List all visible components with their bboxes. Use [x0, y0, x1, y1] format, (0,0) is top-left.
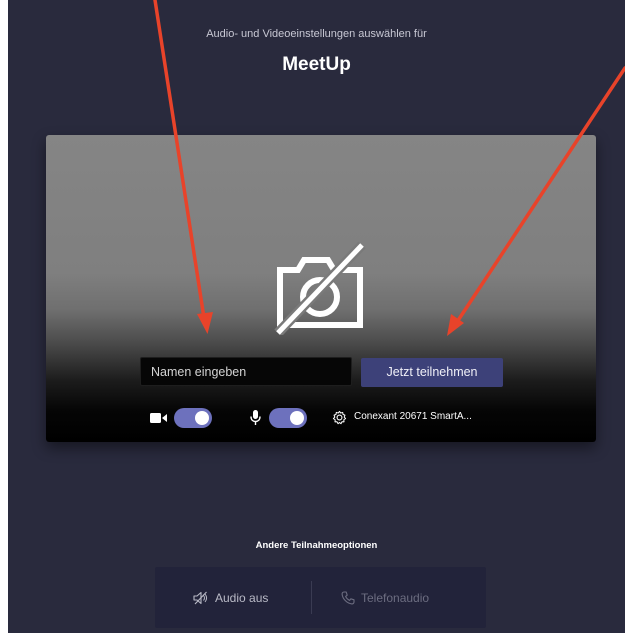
av-controls: Conexant 20671 SmartA...	[150, 407, 530, 429]
toggle-knob	[195, 411, 209, 425]
video-preview: Jetzt teilnehmen Conexant 20671 Sma	[46, 135, 596, 442]
join-now-button[interactable]: Jetzt teilnehmen	[361, 358, 503, 387]
microphone-toggle[interactable]	[269, 408, 307, 428]
phone-icon	[341, 590, 355, 604]
phone-audio-label: Telefonaudio	[361, 590, 430, 605]
phone-audio-option[interactable]: Telefonaudio	[341, 567, 461, 628]
name-input[interactable]	[140, 357, 352, 386]
join-meeting-screen: Audio- und Videoeinstellungen auswählen …	[8, 0, 625, 633]
settings-subtitle: Audio- und Videoeinstellungen auswählen …	[206, 28, 427, 40]
video-toggle[interactable]	[174, 408, 212, 428]
microphone-icon	[250, 410, 261, 425]
audio-off-label: Audio aus	[215, 590, 269, 605]
other-join-options: Audio aus Telefonaudio	[155, 567, 486, 628]
audio-off-option[interactable]: Audio aus	[193, 567, 313, 628]
video-camera-icon	[150, 413, 167, 423]
other-join-options-title: Andere Teilnahmeoptionen	[255, 540, 378, 551]
audio-device-label[interactable]: Conexant 20671 SmartA...	[354, 411, 472, 422]
meeting-title: MeetUp	[282, 54, 351, 75]
toggle-knob	[290, 411, 304, 425]
gear-icon[interactable]	[332, 410, 347, 425]
options-divider	[311, 581, 312, 614]
camera-off-icon	[274, 241, 366, 335]
speaker-off-icon	[193, 591, 208, 604]
